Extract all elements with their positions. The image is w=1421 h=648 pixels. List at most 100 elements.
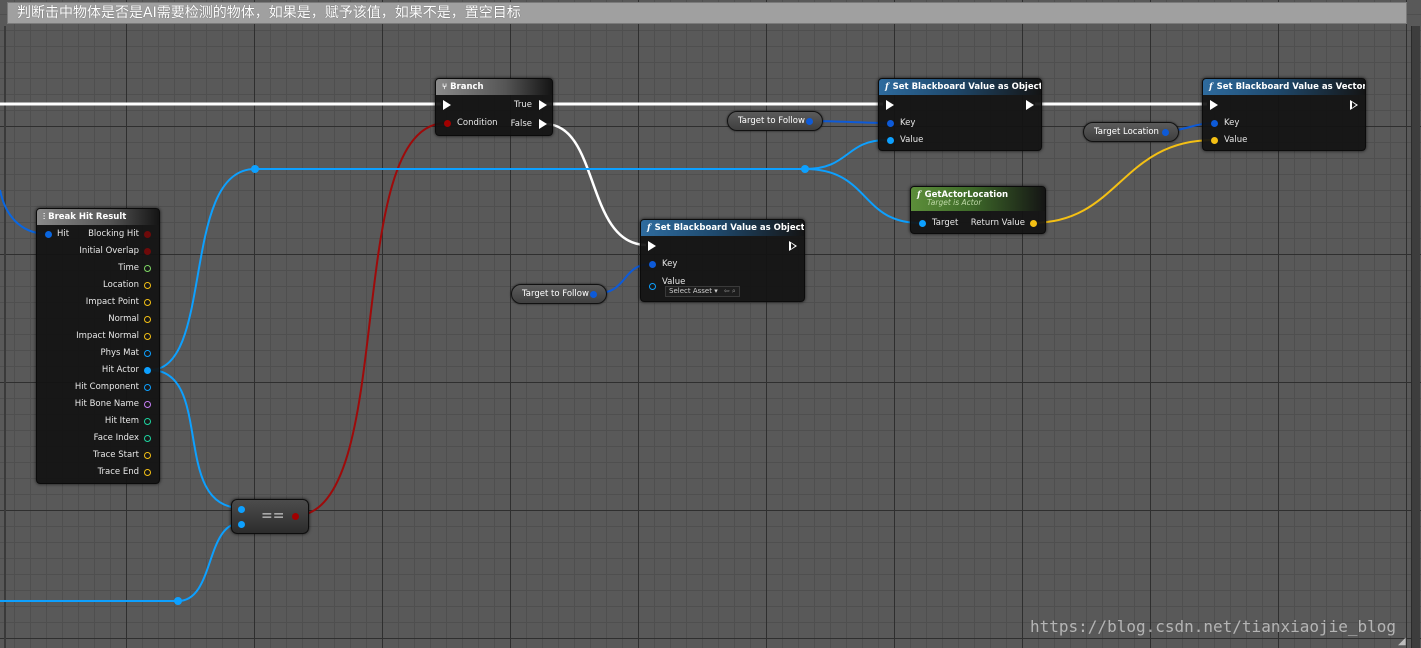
object-wire-to-set-object-value[interactable]: [804, 139, 888, 170]
output-pin-face-index[interactable]: [144, 435, 151, 442]
input-pin-key[interactable]: [649, 261, 656, 268]
pin-label-hit-component: Hit Component: [74, 382, 139, 392]
pin-label-blocking-hit: Blocking Hit: [88, 229, 139, 239]
reroute-knot-right[interactable]: [801, 165, 809, 173]
vector-wire-return-to-value[interactable]: [1031, 139, 1215, 224]
resize-grip-icon[interactable]: ◢: [1398, 636, 1406, 647]
pin-label-value: Value: [900, 135, 924, 145]
output-pin-trace-end[interactable]: [144, 469, 151, 476]
pin-label-location: Location: [103, 280, 139, 290]
pin-label-initial-overlap: Initial Overlap: [79, 246, 139, 256]
exec-out-pin[interactable]: [789, 241, 797, 251]
output-pin-hit-bone-name[interactable]: [144, 401, 151, 408]
input-pin-value[interactable]: [649, 283, 656, 290]
pin-label-normal: Normal: [108, 314, 139, 324]
use-selected-arrow-icon[interactable]: ⇦: [724, 287, 730, 295]
getter-label: Target Location: [1094, 127, 1159, 137]
reroute-knot-bottom[interactable]: [174, 597, 182, 605]
getter-target-to-follow-mid[interactable]: Target to Follow: [511, 284, 607, 304]
output-pin-getter[interactable]: [1162, 128, 1169, 136]
output-pin-phys-mat[interactable]: [144, 350, 151, 357]
output-pin-hit-item[interactable]: [144, 418, 151, 425]
node-header: f Set Blackboard Value as Object: [641, 220, 804, 236]
exec-in-pin[interactable]: [886, 100, 894, 110]
output-pin-impact-normal[interactable]: [144, 333, 151, 340]
object-wire-to-get-location-target[interactable]: [804, 168, 921, 224]
exec-out-pin[interactable]: [1350, 100, 1358, 110]
pin-label-hit-actor: Hit Actor: [101, 365, 139, 375]
exec-wire-false-to-set-object[interactable]: [544, 122, 647, 247]
node-header: f GetActorLocation Target is Actor: [911, 187, 1045, 211]
exec-out-pin[interactable]: [1026, 100, 1034, 110]
exec-in-pin[interactable]: [1210, 100, 1218, 110]
exec-out-true-pin[interactable]: [539, 100, 547, 110]
output-pin-hit-component[interactable]: [144, 384, 151, 391]
node-get-actor-location[interactable]: f GetActorLocation Target is Actor Target …: [910, 186, 1046, 234]
output-pin-location[interactable]: [144, 282, 151, 289]
input-pin-hit[interactable]: [45, 231, 52, 238]
input-pin-target[interactable]: [919, 220, 926, 227]
pin-label-time: Time: [118, 263, 139, 273]
object-wire-left-to-equal-b[interactable]: [0, 522, 242, 602]
exec-in-pin[interactable]: [648, 241, 656, 251]
input-pin-key[interactable]: [887, 120, 894, 127]
pin-label-target: Target: [932, 218, 959, 228]
getter-target-to-follow-top[interactable]: Target to Follow: [727, 111, 823, 131]
function-icon: f: [647, 223, 651, 233]
node-title: Break Hit Result: [48, 212, 127, 222]
branch-icon: ⑂: [442, 82, 451, 92]
output-pin-return-value[interactable]: [1030, 220, 1037, 227]
pin-label-key: Key: [662, 259, 678, 269]
node-break-hit-result[interactable]: ⫶ Break Hit Result Hit Blocking Hit Init…: [36, 208, 160, 484]
node-title: Branch: [450, 82, 484, 92]
pin-label-return-value: Return Value: [970, 218, 1025, 228]
output-pin-getter[interactable]: [806, 117, 813, 125]
node-header: ⫶ Break Hit Result: [37, 209, 159, 225]
getter-label: Target to Follow: [522, 289, 589, 299]
pin-label-false: False: [510, 119, 532, 129]
browse-magnifier-icon[interactable]: ⌕: [732, 287, 736, 295]
output-pin-blocking-hit[interactable]: [144, 231, 151, 238]
getter-target-location[interactable]: Target Location: [1083, 122, 1179, 142]
watermark: https://blog.csdn.net/tianxiaojie_blog: [1030, 617, 1397, 636]
function-icon: f: [885, 82, 889, 92]
node-header: f Set Blackboard Value as Vector: [1203, 79, 1365, 95]
input-pin-b[interactable]: [238, 521, 245, 528]
object-wire-hit-actor-to-equal-a[interactable]: [149, 369, 242, 509]
pin-label-condition: Condition: [457, 118, 498, 128]
node-equal[interactable]: ==: [231, 499, 309, 534]
output-pin-initial-overlap[interactable]: [144, 248, 151, 255]
node-branch[interactable]: ⑂ Branch Condition True False: [435, 78, 553, 136]
output-pin-impact-point[interactable]: [144, 299, 151, 306]
chevron-down-icon: ▾: [714, 287, 718, 295]
pin-label-hit-bone-name: Hit Bone Name: [74, 399, 139, 409]
input-pin-key[interactable]: [1211, 120, 1218, 127]
equal-symbol: ==: [261, 508, 285, 524]
reroute-knot-left[interactable]: [251, 165, 259, 173]
node-subtitle: Target is Actor: [927, 198, 982, 207]
pin-label-hit: Hit: [57, 229, 70, 239]
node-title: Set Blackboard Value as Vector: [1216, 82, 1365, 92]
output-pin-time[interactable]: [144, 265, 151, 272]
node-set-blackboard-object-mid[interactable]: f Set Blackboard Value as Object Key Valu…: [640, 219, 805, 302]
select-asset-dropdown[interactable]: Select Asset ▾ ⇦ ⌕: [665, 286, 740, 297]
pin-label-face-index: Face Index: [93, 433, 139, 443]
node-header: f Set Blackboard Value as Object: [879, 79, 1041, 95]
node-set-blackboard-object-top[interactable]: f Set Blackboard Value as Object Key Valu…: [878, 78, 1042, 151]
select-asset-label: Select Asset: [669, 287, 712, 295]
output-pin-trace-start[interactable]: [144, 452, 151, 459]
output-pin-normal[interactable]: [144, 316, 151, 323]
exec-out-false-pin[interactable]: [539, 119, 547, 129]
exec-in-pin[interactable]: [443, 100, 451, 110]
node-set-blackboard-vector[interactable]: f Set Blackboard Value as Vector Key Valu…: [1202, 78, 1366, 151]
output-pin-getter[interactable]: [590, 290, 597, 298]
input-pin-condition[interactable]: [444, 120, 451, 127]
bool-wire-equal-to-condition[interactable]: [293, 122, 447, 517]
input-pin-value[interactable]: [1211, 137, 1218, 144]
pin-label-phys-mat: Phys Mat: [100, 348, 139, 358]
output-pin-result[interactable]: [292, 513, 299, 520]
input-pin-value[interactable]: [887, 137, 894, 144]
getter-label: Target to Follow: [738, 116, 805, 126]
input-pin-a[interactable]: [238, 506, 245, 513]
output-pin-hit-actor[interactable]: [144, 367, 151, 374]
